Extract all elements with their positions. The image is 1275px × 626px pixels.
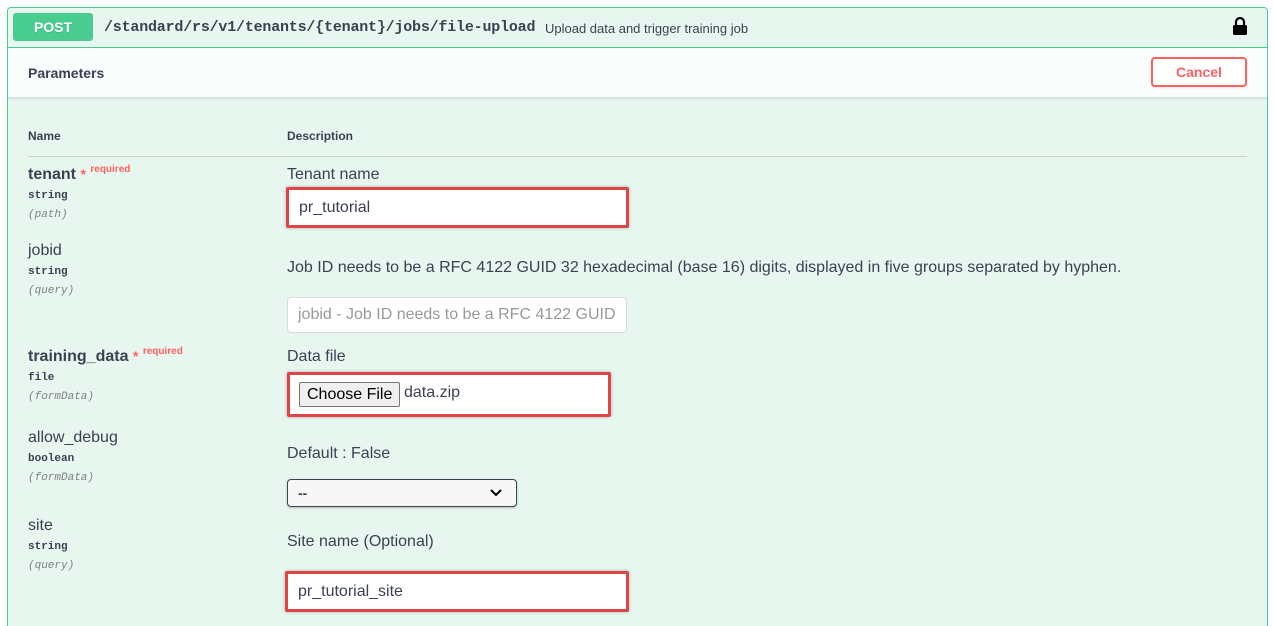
param-desc-site: Site name (Optional) <box>287 533 434 550</box>
param-name-training-data: training_data * required <box>28 346 183 365</box>
param-in-site: (query) <box>28 560 75 572</box>
tenant-input-highlight <box>286 187 629 228</box>
param-in-training-data: (formData) <box>28 391 95 403</box>
param-name-site: site <box>28 517 53 534</box>
param-type-site: string <box>28 541 68 553</box>
param-desc-jobid: Job ID needs to be a RFC 4122 GUID 32 he… <box>287 259 1122 276</box>
param-in-jobid: (query) <box>28 285 75 297</box>
required-label: required <box>142 346 183 357</box>
selected-file-name: data.zip <box>404 384 461 401</box>
site-input[interactable] <box>288 574 626 609</box>
http-method-badge: POST <box>13 13 93 41</box>
required-star: * <box>132 348 139 364</box>
column-header-name: Name <box>28 129 61 143</box>
header-divider <box>28 156 1247 157</box>
operation-block: POST /standard/rs/v1/tenants/{tenant}/jo… <box>7 7 1268 626</box>
allow-debug-select[interactable]: -- <box>287 479 517 507</box>
select-value: -- <box>298 485 308 501</box>
param-type-training-data: file <box>28 372 55 384</box>
chevron-down-icon <box>490 489 502 497</box>
param-name-allow-debug: allow_debug <box>28 429 118 446</box>
choose-file-button[interactable]: Choose File <box>299 382 401 407</box>
param-desc-allow-debug: Default : False <box>287 445 391 462</box>
file-input-highlight: Choose File data.zip <box>287 372 611 417</box>
cancel-button[interactable]: Cancel <box>1151 57 1247 87</box>
param-desc-training-data: Data file <box>287 348 346 365</box>
operation-summary[interactable]: POST /standard/rs/v1/tenants/{tenant}/jo… <box>8 8 1267 48</box>
parameters-header: Parameters Cancel <box>8 48 1267 98</box>
param-in-tenant: (path) <box>28 209 68 221</box>
file-input[interactable]: Choose File data.zip <box>290 375 608 414</box>
tenant-input[interactable] <box>289 190 626 225</box>
param-type-jobid: string <box>28 266 68 278</box>
required-label: required <box>90 164 131 175</box>
jobid-input[interactable] <box>287 297 627 333</box>
param-name-tenant: tenant * required <box>28 164 131 183</box>
param-desc-tenant: Tenant name <box>287 166 380 183</box>
site-input-highlight <box>285 571 629 612</box>
column-header-description: Description <box>287 129 354 143</box>
param-name-jobid: jobid <box>28 242 62 259</box>
required-star: * <box>80 166 86 182</box>
parameters-title: Parameters <box>28 65 105 81</box>
param-type-allow-debug: boolean <box>28 453 75 465</box>
param-type-tenant: string <box>28 190 68 202</box>
lock-icon[interactable] <box>1232 17 1248 35</box>
param-in-allow-debug: (formData) <box>28 472 95 484</box>
endpoint-path: /standard/rs/v1/tenants/{tenant}/jobs/fi… <box>104 19 536 36</box>
endpoint-description: Upload data and trigger training job <box>545 21 749 36</box>
